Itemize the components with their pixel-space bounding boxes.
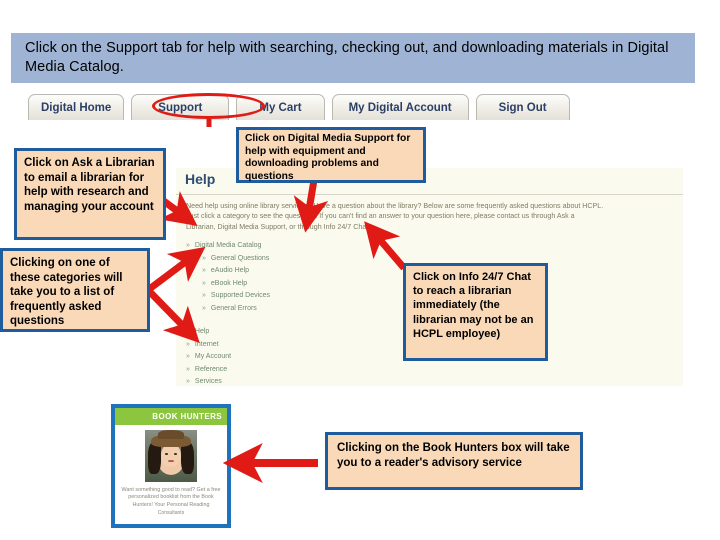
- avatar-eye-right: [174, 453, 177, 455]
- nav-tab-strip: Digital Home Support My Cart My Digital …: [28, 92, 688, 120]
- list-item-label: eBook Help: [210, 279, 248, 287]
- instruction-banner-text: Click on the Support tab for help with s…: [25, 40, 669, 75]
- callout-ask-librarian-text: Click on Ask a Librarian to email a libr…: [24, 157, 155, 213]
- tab-digital-home[interactable]: Digital Home: [28, 94, 125, 120]
- list-item[interactable]: » Digital Media Catalog: [186, 240, 446, 253]
- callout-ask-librarian: Click on Ask a Librarian to email a libr…: [14, 148, 166, 240]
- bullet-icon: »: [202, 254, 206, 262]
- list-item-label: Help: [194, 328, 210, 335]
- callout-info-chat-text: Click on Info 24/7 Chat to reach a libra…: [413, 271, 534, 340]
- bullet-icon: »: [186, 242, 190, 249]
- tab-my-digital-account-label: My Digital Account: [348, 101, 452, 114]
- callout-info-chat: Click on Info 24/7 Chat to reach a libra…: [403, 263, 548, 361]
- book-hunters-avatar: [145, 430, 197, 482]
- tab-digital-home-label: Digital Home: [41, 101, 112, 114]
- bullet-icon: »: [202, 279, 206, 287]
- bullet-icon: »: [186, 365, 190, 373]
- bullet-icon: »: [202, 304, 206, 312]
- bullet-icon: »: [202, 292, 206, 300]
- tab-my-cart-label: My Cart: [259, 101, 302, 114]
- tab-my-digital-account[interactable]: My Digital Account: [331, 94, 469, 120]
- avatar-hat: [151, 430, 191, 447]
- list-item[interactable]: » Services: [186, 376, 446, 389]
- tab-sign-out-label: Sign Out: [498, 101, 547, 114]
- list-item-label: Services: [194, 378, 222, 386]
- list-item-label: General Errors: [210, 304, 257, 312]
- bullet-icon: »: [186, 353, 190, 361]
- tab-sign-out[interactable]: Sign Out: [475, 94, 570, 120]
- list-item-label: My Account: [194, 353, 232, 361]
- tab-support[interactable]: Support: [131, 94, 230, 120]
- list-item-label: Internet: [194, 340, 219, 348]
- callout-categories: Clicking on one of these categories will…: [0, 248, 150, 332]
- tab-support-label: Support: [158, 101, 203, 114]
- callout-book-hunters: Clicking on the Book Hunters box will ta…: [325, 432, 583, 490]
- book-hunters-caption: Want something good to read? Get a free …: [119, 487, 223, 518]
- help-panel-title: Help: [185, 171, 216, 187]
- list-item-label: eAudio Help: [210, 267, 250, 275]
- list-item[interactable]: » Reference: [186, 364, 446, 377]
- book-hunters-caption-last: Consultants: [157, 510, 185, 517]
- tab-my-cart[interactable]: My Cart: [236, 94, 325, 120]
- list-item-label: Supported Devices: [210, 292, 271, 300]
- book-hunters-header: BOOK HUNTERS: [115, 408, 227, 425]
- avatar-eye-left: [165, 453, 168, 455]
- bullet-icon: »: [186, 328, 190, 335]
- bullet-icon: »: [202, 267, 206, 275]
- avatar-hair-right: [181, 442, 194, 474]
- avatar-face: [161, 444, 181, 467]
- list-item-label: General Questions: [210, 254, 270, 262]
- callout-digital-media-support-text: Click on Digital Media Support for help …: [245, 133, 411, 182]
- instruction-banner: Click on the Support tab for help with s…: [11, 33, 695, 83]
- help-panel-paragraph: Need help using online library services?…: [186, 202, 604, 231]
- book-hunters-caption-text: Want something good to read? Get a free …: [121, 487, 221, 508]
- callout-book-hunters-text: Clicking on the Book Hunters box will ta…: [337, 442, 570, 469]
- book-hunters-widget[interactable]: BOOK HUNTERS Want something good to read…: [111, 404, 231, 528]
- list-item-label: Reference: [194, 365, 228, 373]
- callout-digital-media-support: Click on Digital Media Support for help …: [236, 127, 426, 183]
- callout-categories-text: Clicking on one of these categories will…: [10, 257, 123, 328]
- slide-canvas: Click on the Support tab for help with s…: [0, 0, 720, 540]
- list-item-label: Digital Media Catalog: [194, 242, 262, 249]
- book-hunters-title: BOOK HUNTERS: [152, 412, 222, 421]
- bullet-icon: »: [186, 340, 190, 348]
- bullet-icon: »: [186, 378, 190, 386]
- avatar-mouth: [168, 460, 174, 462]
